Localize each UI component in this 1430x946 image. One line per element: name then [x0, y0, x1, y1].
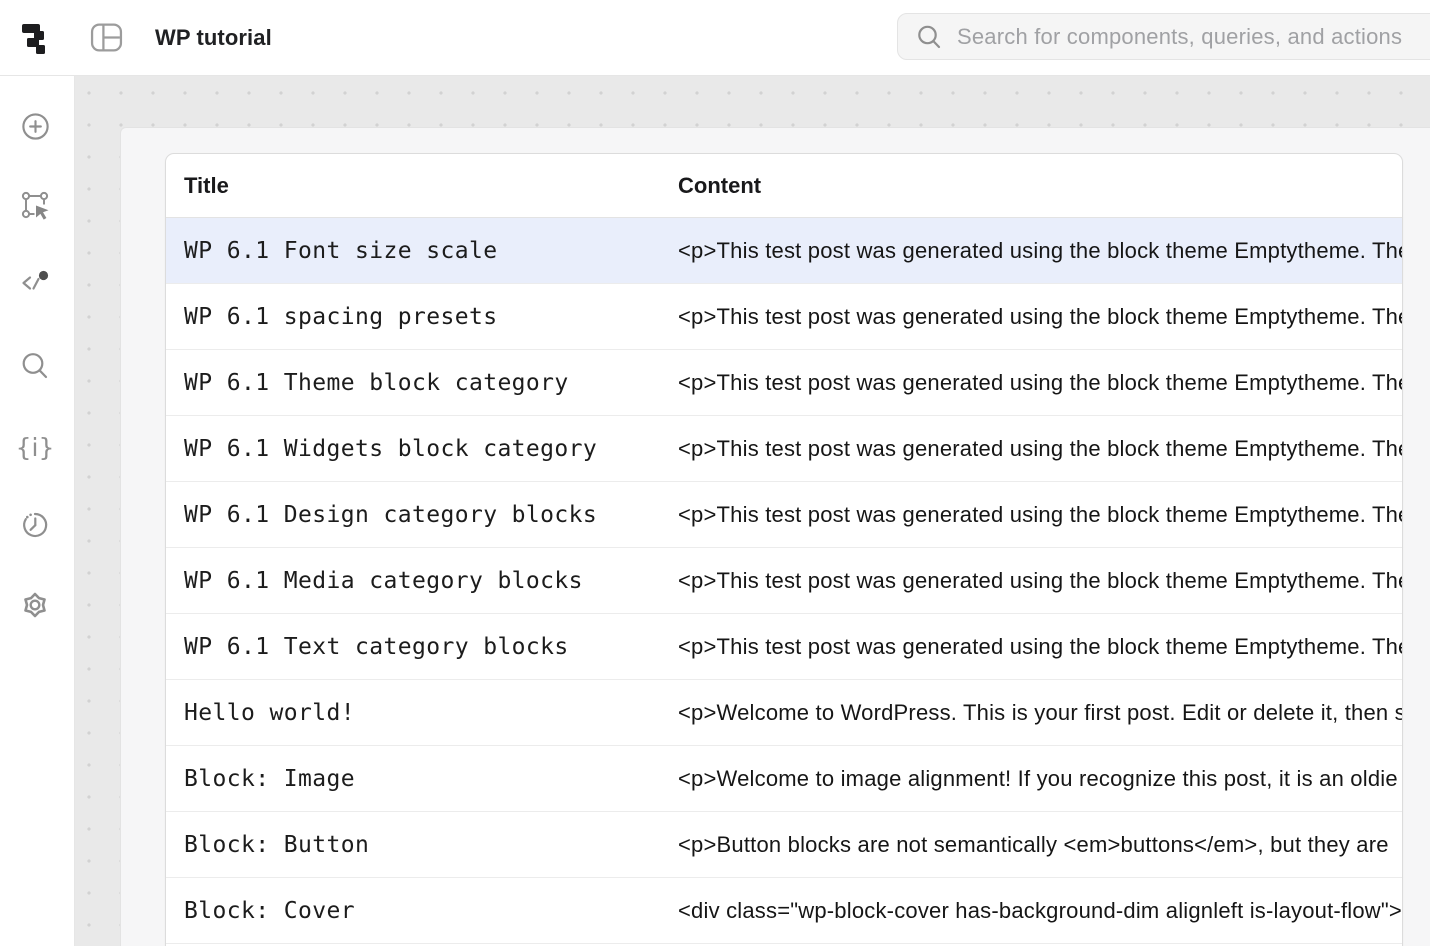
table-row[interactable]: WP 6.1 spacing presets<p>This test post …: [166, 284, 1402, 350]
cell-content[interactable]: <p>This test post was generated using th…: [661, 238, 1402, 264]
retool-logo-icon: [20, 21, 54, 55]
cell-content[interactable]: <p>Welcome to WordPress. This is your fi…: [661, 700, 1402, 726]
cell-content[interactable]: <div class="wp-block-cover has-backgroun…: [661, 898, 1402, 924]
table-row[interactable]: Hello world!<p>Welcome to WordPress. Thi…: [166, 680, 1402, 746]
cell-content[interactable]: <p>Button blocks are not semantically <e…: [661, 832, 1402, 858]
plus-circle-icon: [20, 111, 51, 142]
history-clock-icon: [19, 509, 51, 541]
cell-title[interactable]: WP 6.1 Text category blocks: [166, 634, 661, 660]
left-toolbar: {i}: [0, 76, 75, 946]
cell-title[interactable]: Block: Image: [166, 766, 661, 792]
cell-title[interactable]: WP 6.1 Theme block category: [166, 370, 661, 396]
cell-title[interactable]: Block: Button: [166, 832, 661, 858]
column-header-title[interactable]: Title: [166, 173, 661, 199]
table-row[interactable]: Block: Cover<div class="wp-block-cover h…: [166, 878, 1402, 944]
search-panel-button[interactable]: [15, 346, 55, 386]
panel-layout-icon: [90, 21, 123, 54]
settings-button[interactable]: [15, 585, 55, 625]
table-header-row: Title Content: [166, 154, 1402, 218]
cell-title[interactable]: Hello world!: [166, 700, 661, 726]
table-row[interactable]: WP 6.1 Theme block category<p>This test …: [166, 350, 1402, 416]
notification-dot: [39, 271, 48, 280]
cell-content[interactable]: <p>This test post was generated using th…: [661, 370, 1402, 396]
code-icon: [19, 267, 51, 299]
select-transform-button[interactable]: [15, 185, 55, 225]
app-header: WP tutorial: [0, 0, 1430, 76]
cell-content[interactable]: <p>Welcome to image alignment! If you re…: [661, 766, 1402, 792]
search-input[interactable]: [955, 23, 1430, 51]
table-widget[interactable]: Title Content WP 6.1 Font size scale<p>T…: [165, 153, 1403, 946]
table-row[interactable]: WP 6.1 Widgets block category<p>This tes…: [166, 416, 1402, 482]
table-row[interactable]: WP 6.1 Design category blocks<p>This tes…: [166, 482, 1402, 548]
table-row[interactable]: WP 6.1 Font size scale<p>This test post …: [166, 218, 1402, 284]
global-search[interactable]: [897, 13, 1430, 60]
table-row[interactable]: WP 6.1 Media category blocks<p>This test…: [166, 548, 1402, 614]
column-header-content[interactable]: Content: [661, 173, 1402, 199]
cell-content[interactable]: <p>This test post was generated using th…: [661, 436, 1402, 462]
search-icon: [915, 23, 943, 51]
cell-content[interactable]: <p>This test post was generated using th…: [661, 568, 1402, 594]
cell-content[interactable]: <p>This test post was generated using th…: [661, 502, 1402, 528]
editor-canvas[interactable]: Title Content WP 6.1 Font size scale<p>T…: [75, 76, 1430, 946]
table-row[interactable]: Block: Image<p>Welcome to image alignmen…: [166, 746, 1402, 812]
add-component-button[interactable]: [15, 106, 55, 146]
cell-content[interactable]: <p>This test post was generated using th…: [661, 634, 1402, 660]
cell-title[interactable]: Block: Cover: [166, 898, 661, 924]
cell-title[interactable]: WP 6.1 Widgets block category: [166, 436, 661, 462]
state-panel-button[interactable]: {i}: [15, 427, 55, 467]
page-title: WP tutorial: [155, 25, 272, 51]
panel-layout-toggle[interactable]: [88, 20, 124, 56]
table-body: WP 6.1 Font size scale<p>This test post …: [166, 218, 1402, 944]
table-row[interactable]: Block: Button<p>Button blocks are not se…: [166, 812, 1402, 878]
cell-title[interactable]: WP 6.1 Design category blocks: [166, 502, 661, 528]
cell-title[interactable]: WP 6.1 spacing presets: [166, 304, 661, 330]
app-frame[interactable]: Title Content WP 6.1 Font size scale<p>T…: [120, 127, 1430, 946]
history-button[interactable]: [15, 505, 55, 545]
cell-title[interactable]: WP 6.1 Font size scale: [166, 238, 661, 264]
table-row[interactable]: WP 6.1 Text category blocks<p>This test …: [166, 614, 1402, 680]
cell-title[interactable]: WP 6.1 Media category blocks: [166, 568, 661, 594]
code-queries-button[interactable]: [15, 263, 55, 303]
cell-content[interactable]: <p>This test post was generated using th…: [661, 304, 1402, 330]
select-transform-icon: [19, 189, 51, 221]
gear-icon: [19, 589, 51, 621]
state-icon: {i}: [16, 435, 55, 460]
retool-logo[interactable]: [19, 20, 55, 56]
search-icon: [19, 350, 51, 382]
